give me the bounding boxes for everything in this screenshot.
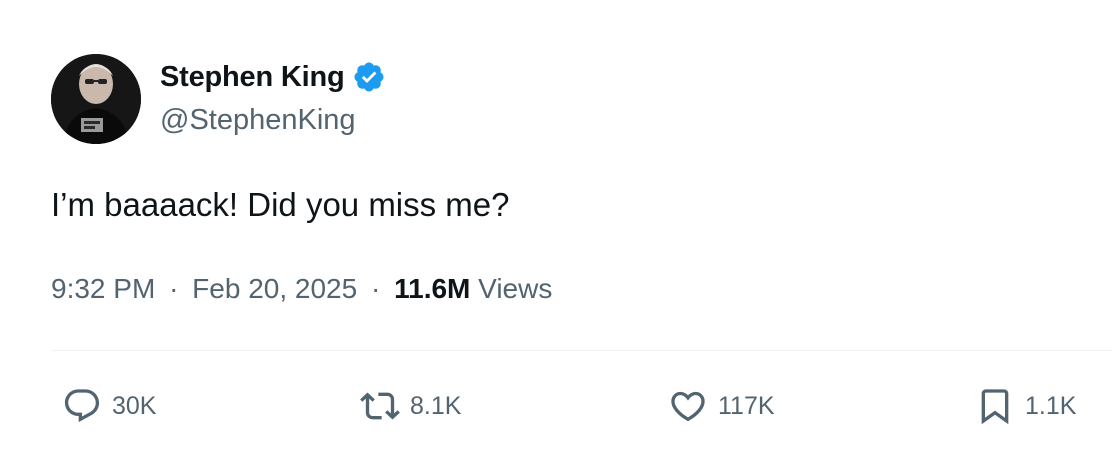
heart-icon xyxy=(668,386,708,426)
tweet-text: I’m baaaack! Did you miss me? xyxy=(51,186,510,223)
reply-icon xyxy=(62,386,102,426)
bookmark-icon xyxy=(975,386,1015,426)
meta-separator: · xyxy=(370,273,381,304)
avatar-photo xyxy=(51,54,141,144)
reply-button[interactable]: 30K xyxy=(62,386,156,426)
author-display-name[interactable]: Stephen King xyxy=(160,61,345,94)
repost-count: 8.1K xyxy=(410,391,462,420)
avatar[interactable] xyxy=(51,54,141,144)
tweet-date[interactable]: Feb 20, 2025 xyxy=(192,273,357,304)
reply-count: 30K xyxy=(112,391,157,420)
tweet-meta: 9:32 PM · Feb 20, 2025 · 11.6M Views xyxy=(51,273,552,305)
author-name-row[interactable]: Stephen King xyxy=(160,57,386,97)
tweet-card: Stephen King @StephenKing I’m baaaack! D… xyxy=(0,0,1112,452)
divider xyxy=(51,350,1112,351)
bookmark-button[interactable]: 1.1K xyxy=(975,386,1076,426)
bookmark-count: 1.1K xyxy=(1025,391,1077,420)
meta-separator: · xyxy=(169,273,179,304)
like-button[interactable]: 117K xyxy=(668,386,775,426)
repost-button[interactable]: 8.1K xyxy=(360,386,461,426)
like-count: 117K xyxy=(718,391,775,420)
views-count: 11.6M xyxy=(394,273,471,304)
author-handle[interactable]: @StephenKing xyxy=(160,104,356,137)
verified-badge-icon[interactable] xyxy=(352,60,386,94)
action-bar: 30K 8.1K 117K 1.1K xyxy=(0,382,1112,428)
views-label: Views xyxy=(478,273,553,304)
repost-icon xyxy=(360,386,400,426)
tweet-time[interactable]: 9:32 PM xyxy=(51,273,155,304)
